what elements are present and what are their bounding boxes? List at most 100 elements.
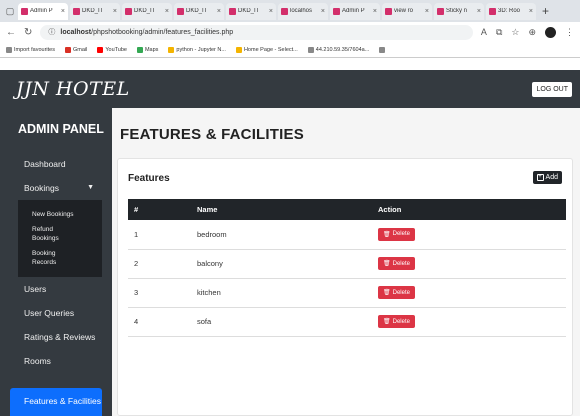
delete-label: Delete xyxy=(392,318,410,325)
sidebar-item-users[interactable]: Users xyxy=(0,277,112,301)
sidebar-item-ratings-reviews[interactable]: Ratings & Reviews xyxy=(0,325,112,349)
add-feature-button[interactable]: + Add xyxy=(532,171,562,184)
close-icon[interactable]: × xyxy=(113,8,117,15)
main-content: FEATURES & FACILITIES Features + Add # N… xyxy=(112,108,580,416)
trash-icon: 🗑 xyxy=(383,261,391,267)
close-icon[interactable]: × xyxy=(269,8,273,15)
tab-label: Sticky n xyxy=(446,8,468,14)
folder-icon xyxy=(235,46,242,53)
bookmark-item[interactable]: Maps xyxy=(136,46,159,53)
tab-label: 3D: Roo xyxy=(498,8,521,14)
favicon-icon xyxy=(229,7,236,15)
logout-button[interactable]: LOG OUT xyxy=(532,81,572,97)
browser-tab[interactable]: Admin P × xyxy=(330,2,380,20)
bookmark-item[interactable]: Home Page - Select... xyxy=(235,46,298,53)
app-header: JJN HOTEL LOG OUT xyxy=(0,70,580,108)
more-options-icon[interactable]: ⋮ xyxy=(565,27,574,38)
tab-label: view ro xyxy=(394,8,414,14)
caret-down-icon: ▼ xyxy=(87,184,94,191)
read-aloud-icon[interactable]: A xyxy=(481,27,487,37)
table-row: 4 sofa 🗑 Delete xyxy=(128,307,566,336)
table-row: 3 kitchen 🗑 Delete xyxy=(128,278,566,307)
bookings-submenu: New Bookings Refund Bookings Booking Rec… xyxy=(18,200,102,277)
row-number: 1 xyxy=(134,229,139,239)
maps-icon xyxy=(136,46,143,53)
bookmark-item[interactable]: 44.210.59.35/7604a... xyxy=(307,46,369,53)
bookmark-item[interactable]: Gmail xyxy=(64,46,88,53)
back-arrow-icon[interactable]: ← xyxy=(6,27,16,38)
folder-icon xyxy=(168,46,175,53)
browser-tab[interactable]: DKD_IT × xyxy=(122,2,172,20)
favicon-icon xyxy=(125,7,132,15)
tab-label: DKD_IT xyxy=(134,8,156,14)
close-icon[interactable]: × xyxy=(529,8,533,15)
submenu-item-refund-bookings[interactable]: Refund Bookings xyxy=(18,225,59,243)
browser-tab[interactable]: DKD_IT × xyxy=(226,2,276,20)
delete-button[interactable]: 🗑 Delete xyxy=(378,315,415,328)
sidebar-item-bookings[interactable]: Bookings ▼ xyxy=(0,176,112,200)
close-icon[interactable]: × xyxy=(373,8,377,15)
table-header-row: # Name Action xyxy=(128,199,566,220)
sidebar-item-dashboard[interactable]: Dashboard xyxy=(0,152,112,176)
browser-tab[interactable]: 3D: Roo × xyxy=(486,2,536,20)
browser-tab[interactable]: DKD_IT × xyxy=(174,2,224,20)
row-number: 2 xyxy=(134,259,139,268)
submenu-item-booking-records[interactable]: Booking Records xyxy=(18,249,58,267)
favicon-icon xyxy=(489,7,496,15)
extensions-icon[interactable]: ⧉ xyxy=(496,27,502,38)
browser-tab[interactable]: view ro × xyxy=(382,2,432,20)
tab-label: DKD_IT xyxy=(238,8,260,14)
trash-icon: 🗑 xyxy=(383,290,391,296)
info-icon: ⓘ xyxy=(48,29,56,36)
reload-icon[interactable]: ↻ xyxy=(24,27,32,38)
bookmark-item[interactable]: Import favourites xyxy=(6,46,55,53)
youtube-icon xyxy=(97,46,104,53)
profile-avatar-icon[interactable] xyxy=(545,26,556,38)
plus-square-icon: + xyxy=(536,174,544,181)
favicon-icon xyxy=(177,7,184,15)
browser-tab[interactable]: Sticky n × xyxy=(434,2,484,20)
close-icon[interactable]: × xyxy=(477,8,481,15)
sidebar-item-features-facilities[interactable]: Features & Facilities xyxy=(10,388,102,416)
row-action-cell: 🗑 Delete xyxy=(372,220,566,249)
sidebar-item-label: Bookings xyxy=(24,183,59,193)
row-action-cell: 🗑 Delete xyxy=(372,307,566,336)
card-title: Features xyxy=(128,173,170,184)
gmail-icon xyxy=(64,46,71,53)
column-header-number: # xyxy=(134,205,139,214)
bookmark-label: Import favourites xyxy=(14,46,55,53)
close-icon[interactable]: × xyxy=(321,8,325,15)
bookmark-label: python - Jupyter N... xyxy=(176,46,226,53)
close-icon[interactable]: × xyxy=(217,8,221,15)
browser-tab[interactable]: localhos × xyxy=(278,2,328,20)
tab-label: Admin P xyxy=(30,8,53,14)
submenu-item-new-bookings[interactable]: New Bookings xyxy=(18,210,102,219)
trash-icon: 🗑 xyxy=(383,319,391,325)
bookmark-label: Maps xyxy=(144,46,159,53)
close-icon[interactable]: × xyxy=(165,8,169,15)
sidebar-item-rooms[interactable]: Rooms xyxy=(0,349,112,373)
bookmark-item[interactable] xyxy=(379,46,386,53)
delete-button[interactable]: 🗑 Delete xyxy=(378,257,415,270)
close-icon[interactable]: × xyxy=(61,8,65,15)
browser-tab[interactable]: DKD_IT × xyxy=(70,2,120,20)
favorite-star-icon[interactable]: ☆ xyxy=(511,27,519,38)
close-icon[interactable]: × xyxy=(425,8,429,15)
delete-button[interactable]: 🗑 Delete xyxy=(378,286,415,299)
sidebar-item-user-queries[interactable]: User Queries xyxy=(0,301,112,325)
window-menu-icon[interactable]: ▢ xyxy=(4,5,16,17)
browser-tab-bar: ▢ Admin P × DKD_IT × DKD_IT × DKD_IT × DKD_I… xyxy=(0,0,580,22)
brand-logo[interactable]: JJN HOTEL xyxy=(16,78,130,100)
page-title: FEATURES & FACILITIES xyxy=(120,126,304,143)
collections-icon[interactable]: ⊕ xyxy=(528,27,536,38)
bookmark-item[interactable]: YouTube xyxy=(97,46,127,53)
new-tab-plus-icon[interactable]: + xyxy=(542,4,549,18)
tab-label: DKD_IT xyxy=(82,8,104,14)
bookmark-item[interactable]: python - Jupyter N... xyxy=(168,46,226,53)
tab-label: Admin P xyxy=(342,8,365,14)
bookmark-label: Gmail xyxy=(72,46,88,53)
delete-button[interactable]: 🗑 Delete xyxy=(378,227,415,241)
row-name: kitchen xyxy=(197,288,221,297)
address-bar[interactable]: ⓘ localhost/phpshotbooking/admin/feature… xyxy=(40,24,473,40)
browser-tab[interactable]: Admin P × xyxy=(18,2,68,20)
